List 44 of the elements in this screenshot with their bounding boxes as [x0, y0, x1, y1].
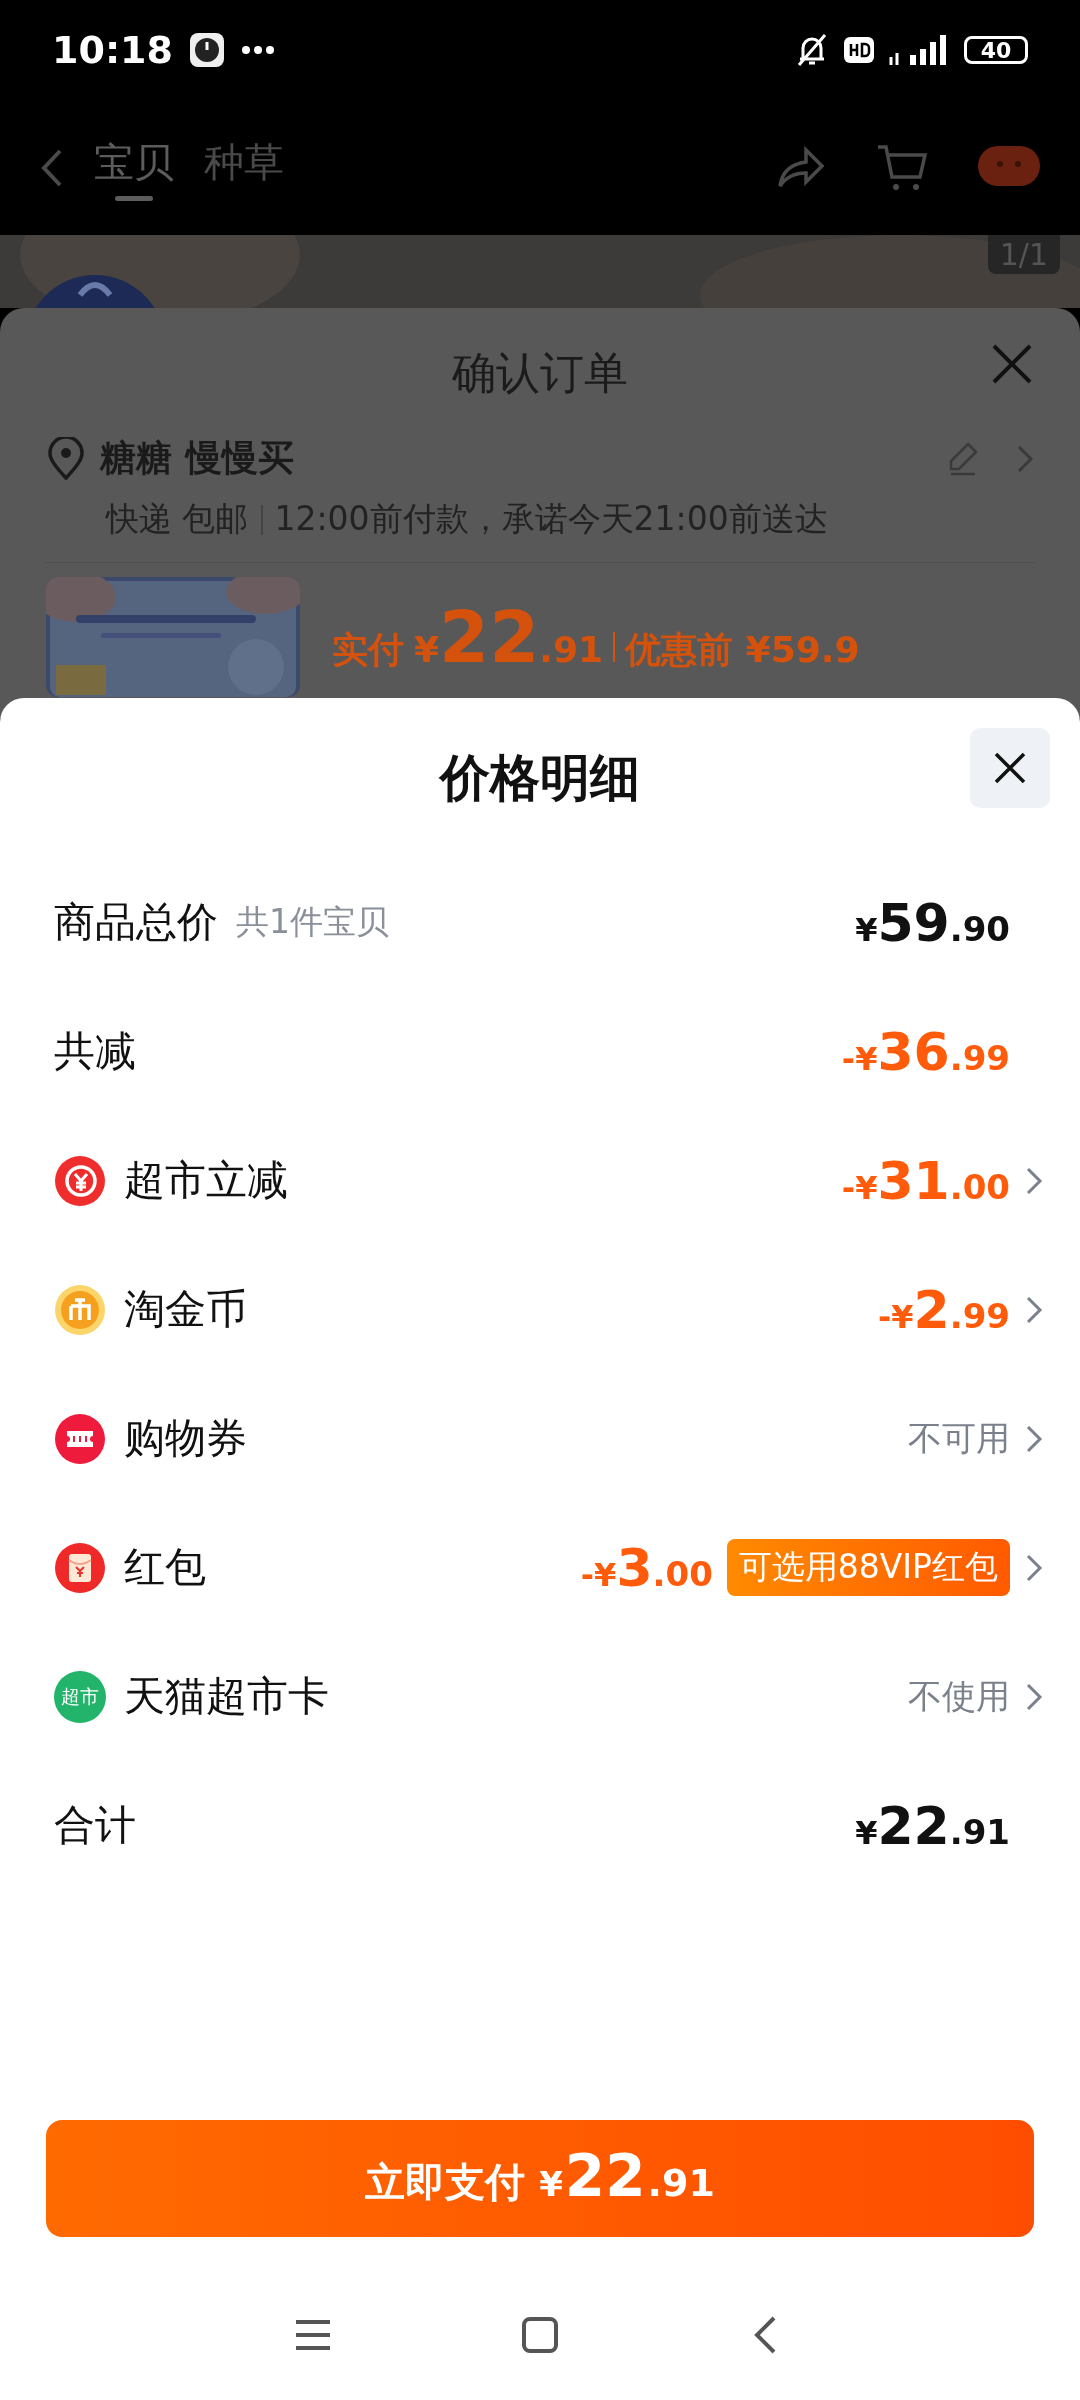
- sheet-title: 确认订单: [452, 346, 628, 400]
- clock-icon: [188, 32, 225, 68]
- price-amount: ¥59.90: [855, 892, 1010, 953]
- coin-icon: [54, 1283, 106, 1336]
- location-pin-icon: [46, 436, 86, 481]
- row-label: 天猫超市卡: [124, 1671, 329, 1722]
- row-label: 共减: [54, 1026, 136, 1077]
- paid-label: 实付: [332, 628, 404, 672]
- price-amount: -¥31.00: [841, 1150, 1010, 1211]
- close-button[interactable]: [970, 728, 1050, 808]
- status-time: 10:18: [52, 28, 173, 72]
- paid-amount: ¥22.91: [414, 595, 604, 679]
- header-tab[interactable]: 宝贝: [94, 134, 174, 201]
- header-tab[interactable]: 种草: [204, 134, 284, 201]
- row-note: 共1件宝贝: [236, 901, 389, 943]
- row-status: 不可用: [908, 1416, 1010, 1460]
- ticket-icon: [54, 1412, 106, 1465]
- row-label: 合计: [54, 1800, 136, 1851]
- price-amount: -¥3.00: [580, 1537, 713, 1598]
- sheet-title: 价格明细: [440, 747, 640, 809]
- row-label: 购物券: [124, 1413, 247, 1464]
- recipient-tag: 慢慢买: [186, 434, 294, 483]
- row-label: 超市立减: [124, 1155, 288, 1206]
- row-label: 商品总价: [54, 897, 218, 948]
- price-amount: -¥36.99: [841, 1021, 1010, 1082]
- battery-icon: 40: [964, 36, 1028, 64]
- envelope-icon: [54, 1541, 106, 1594]
- cart-icon[interactable]: [876, 142, 928, 193]
- recipient-name: 糖糖: [100, 436, 172, 480]
- vip-offer-badge[interactable]: 可选用88VIP红包: [726, 1539, 1010, 1596]
- original-price: 优惠前 ¥59.9: [625, 628, 860, 672]
- share-icon[interactable]: [776, 145, 826, 190]
- price-amount: -¥2.99: [878, 1279, 1010, 1340]
- close-icon[interactable]: [990, 342, 1034, 386]
- price-amount: ¥22.91: [855, 1795, 1010, 1856]
- row-label: 红包: [124, 1542, 206, 1593]
- yuan-coupon-icon: [54, 1154, 106, 1207]
- supermarket-card-icon: 超市: [54, 1670, 106, 1723]
- close-icon: [993, 751, 1027, 785]
- row-label: 淘金币: [124, 1284, 247, 1335]
- row-status: 不使用: [908, 1674, 1010, 1718]
- more-icon: [240, 45, 275, 55]
- pay-button[interactable]: 立即支付 ¥22.91: [46, 2120, 1034, 2237]
- hd-icon: [844, 37, 874, 63]
